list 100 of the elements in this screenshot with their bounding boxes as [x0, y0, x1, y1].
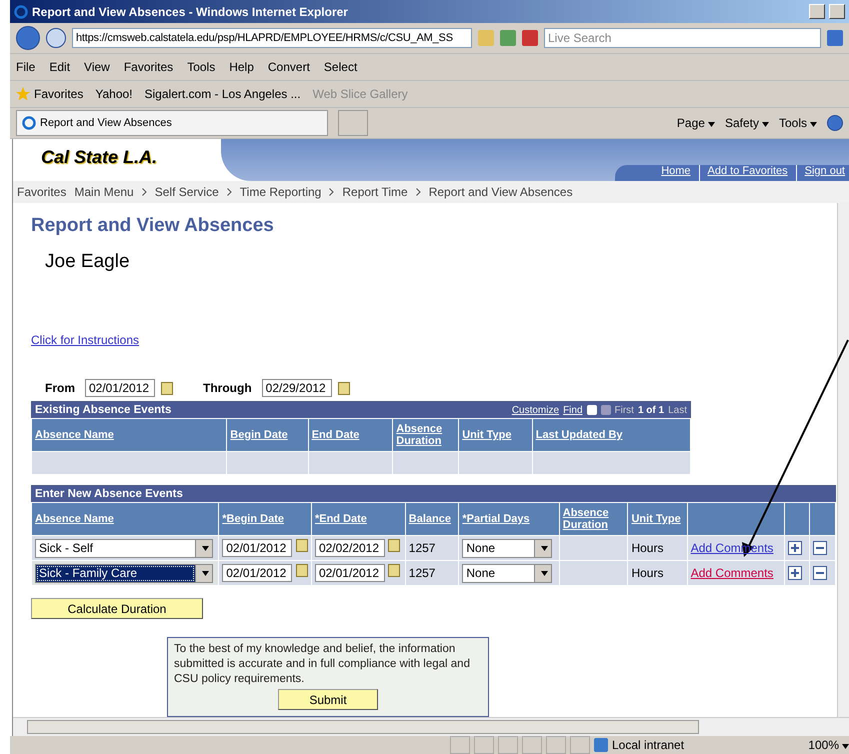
column-header[interactable]: Absence Name [32, 502, 219, 536]
instructions-link[interactable]: Click for Instructions [31, 333, 140, 347]
menu-item[interactable]: Help [229, 60, 254, 74]
submit-button[interactable]: Submit [278, 689, 378, 710]
grid-title: Existing Absence Events [35, 404, 172, 416]
menu-item[interactable]: Tools [187, 60, 216, 74]
column-header[interactable]: End Date [308, 418, 393, 452]
minus-icon [816, 544, 824, 552]
grid-title: Enter New Absence Events [35, 488, 183, 500]
add-row-button[interactable] [788, 566, 802, 580]
plus-icon [790, 544, 799, 552]
back-button[interactable] [16, 26, 40, 50]
menu-item[interactable]: File [16, 60, 36, 74]
calendar-icon[interactable] [388, 539, 400, 552]
delete-row-button[interactable] [813, 541, 828, 555]
attestation-text: To the best of my knowledge and belief, the information submitted is accurate and in full compliance with legal and CSU policy requirements. [174, 642, 471, 687]
breadcrumb-item[interactable]: Report and View Absences [428, 185, 573, 199]
maximize-button[interactable] [829, 4, 845, 19]
grid-link[interactable]: Find [563, 404, 583, 416]
plus-icon [790, 569, 799, 577]
end-date-field[interactable]: 02/01/2012 [314, 564, 385, 582]
calendar-icon[interactable] [296, 539, 308, 552]
toolbar-button[interactable]: Select [324, 60, 358, 74]
delete-row-button[interactable] [813, 566, 828, 580]
toolbar-button[interactable]: Convert [268, 60, 310, 74]
absence-select[interactable]: Sick - Self [35, 538, 213, 558]
security-zone: Local intranet [612, 738, 684, 752]
chevron-icon [416, 188, 421, 196]
caret-icon [708, 122, 715, 127]
chevron-icon [226, 188, 232, 196]
dropdown-arrow-icon [541, 546, 548, 550]
calendar-icon[interactable] [296, 564, 308, 577]
address-field[interactable]: https://cmsweb.calstatela.edu/psp/HLAPRD/EMPLOYEE/HRMS/c/CSU_AM_SS [72, 28, 472, 48]
begin-date-field[interactable]: 02/01/2012 [222, 539, 292, 557]
calculate-duration-button[interactable]: Calculate Duration [31, 598, 203, 619]
column-header[interactable]: Unit Type [458, 418, 532, 452]
table-cell [392, 452, 459, 474]
caret-icon [762, 122, 769, 127]
toolbar-button[interactable]: Page [676, 116, 715, 130]
dropdown-arrow-icon [202, 546, 209, 550]
breadcrumb-item[interactable]: Report Time [342, 185, 408, 199]
status-pane [498, 736, 518, 754]
column-header[interactable]: *Partial Days [458, 502, 560, 536]
column-header[interactable]: Absence Name [32, 418, 227, 452]
calendar-icon[interactable] [338, 382, 350, 394]
partial-days-select[interactable]: None [462, 564, 552, 582]
status-pane [546, 736, 566, 754]
vertical-scrollbar[interactable] [837, 203, 849, 717]
column-header[interactable]: *Begin Date [218, 502, 312, 536]
menu-item[interactable]: Edit [49, 60, 70, 74]
horizontal-scrollbar[interactable] [13, 717, 849, 736]
caret-icon [842, 744, 849, 749]
column-header[interactable]: Absence Duration [392, 418, 459, 452]
favorites-link[interactable]: Sigalert.com - Los Angeles ... [144, 87, 301, 101]
column-header[interactable]: Unit Type [628, 502, 688, 536]
table-cell: Hours [628, 536, 688, 560]
begin-date-field[interactable]: 02/01/2012 [222, 564, 292, 582]
through-date-field[interactable]: 02/29/2012 [262, 379, 332, 397]
menu-item[interactable]: View [84, 60, 110, 74]
from-label: From [45, 381, 75, 395]
breadcrumb-item[interactable]: Self Service [154, 185, 219, 199]
through-label: Through [203, 381, 252, 395]
partial-days-select[interactable]: None [462, 538, 552, 558]
favorites-link[interactable]: Yahoo! [95, 87, 133, 101]
zoom-level[interactable]: 100% [808, 738, 849, 752]
column-header[interactable]: Last Updated By [532, 418, 690, 452]
breadcrumb-item[interactable]: Time Reporting [240, 185, 322, 199]
minimize-button[interactable] [809, 4, 825, 19]
column-header[interactable]: Balance [405, 502, 459, 536]
toolbar-button[interactable]: Safety [724, 116, 769, 130]
breadcrumb-item[interactable]: Main Menu [74, 185, 134, 199]
end-date-field[interactable]: 02/02/2012 [314, 539, 385, 557]
breadcrumb-item[interactable]: Favorites [17, 185, 66, 199]
search-field[interactable]: Live Search [544, 28, 821, 48]
last-label[interactable]: Last [668, 404, 687, 416]
forward-button[interactable] [46, 28, 66, 48]
from-date-field[interactable]: 02/01/2012 [85, 379, 155, 397]
browser-icon [14, 4, 28, 18]
first-label[interactable]: First [614, 404, 634, 416]
toolbar-button[interactable]: Tools [778, 116, 817, 130]
row-count: 1 of 1 [638, 404, 664, 416]
dropdown-arrow-icon [202, 570, 209, 576]
add-row-button[interactable] [788, 541, 802, 555]
minus-icon [816, 569, 824, 577]
absence-select[interactable]: Sick - Family Care [35, 564, 213, 582]
star-icon [16, 87, 30, 101]
column-header[interactable]: *End Date [311, 502, 406, 536]
calendar-icon[interactable] [161, 382, 173, 394]
browser-icon [22, 116, 36, 130]
column-header[interactable]: Begin Date [226, 418, 308, 452]
column-header[interactable]: Absence Duration [559, 502, 628, 536]
grid-link[interactable]: Customize [512, 404, 560, 416]
browser-tab[interactable]: Report and View Absences [16, 110, 328, 136]
calendar-icon[interactable] [388, 564, 400, 577]
header-link[interactable]: Home [653, 165, 691, 181]
table-cell: 1257 [405, 536, 459, 560]
favorites-button[interactable]: Favorites [16, 87, 84, 101]
dropdown-arrow-icon [541, 570, 548, 576]
status-pane [450, 736, 470, 754]
menu-item[interactable]: Favorites [124, 60, 174, 74]
